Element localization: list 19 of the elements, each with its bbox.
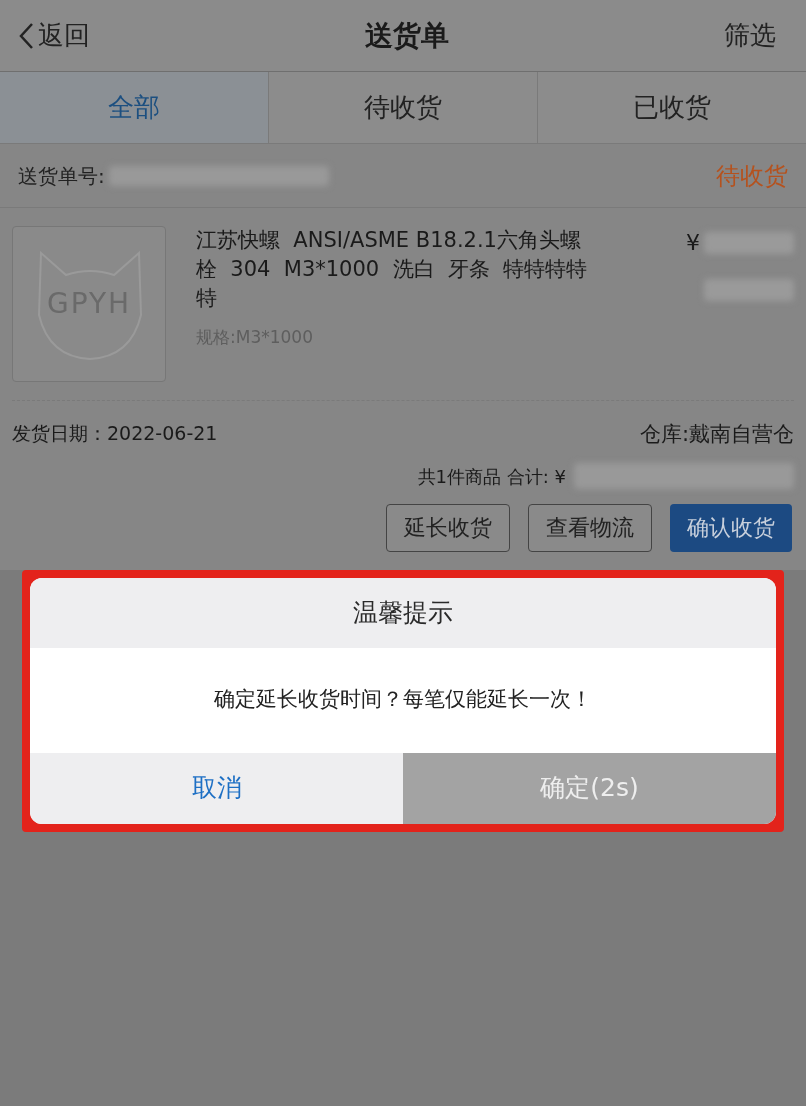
order-total-label: 共1件商品 合计: ¥ (417, 464, 566, 489)
tab[interactable]: 待收货 (268, 72, 537, 143)
action-button[interactable]: 查看物流 (528, 503, 652, 552)
action-button[interactable]: 延长收货 (386, 503, 510, 552)
back-button[interactable]: 返回 (18, 16, 90, 55)
tab[interactable]: 已收货 (537, 72, 806, 143)
back-chevron-icon (18, 21, 34, 50)
order-number-label: 送货单号: (18, 162, 105, 190)
price-symbol: ¥ (686, 229, 700, 257)
filter-button[interactable]: 筛选 (724, 16, 788, 55)
tab[interactable]: 全部 (0, 72, 268, 143)
product-name: 江苏快螺 ANSI/ASME B18.2.1六角头螺栓 304 M3*1000 洗白 牙条 特特特特特 (196, 227, 588, 312)
ship-date: 发货日期：2022-06-21 (12, 421, 218, 446)
action-button[interactable]: 确认收货 (670, 503, 792, 552)
page-title: 送货单 (365, 17, 449, 54)
dialog-title: 温馨提示 (30, 577, 776, 648)
warehouse: 仓库:戴南自营仓 (639, 421, 794, 448)
dialog-button[interactable]: 取消 (30, 752, 403, 824)
order-status: 待收货 (716, 160, 788, 192)
